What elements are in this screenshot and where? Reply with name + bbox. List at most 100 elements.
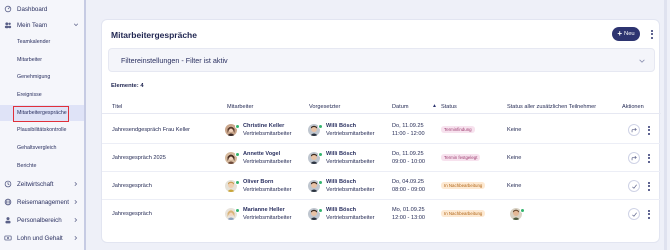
share-icon[interactable] [628, 152, 640, 164]
sort-ascending-icon[interactable]: ▲ [432, 103, 437, 109]
participants-status: Keine [507, 127, 522, 133]
chevron-right-icon[interactable] [73, 235, 79, 241]
status-badge: Terminfindung [441, 126, 475, 133]
online-badge [235, 208, 240, 213]
team-icon [4, 21, 12, 29]
sidebar-subitem-label: Berichte [17, 163, 37, 169]
row-date: Do, 04.09.25 [392, 179, 425, 185]
column-header-participants-status[interactable]: Status aller zusätzlichen Teilnehmer [507, 104, 596, 110]
online-badge [235, 180, 240, 185]
row-more-options-icon[interactable] [646, 124, 652, 136]
employee-name[interactable]: Marianne Heller [243, 206, 285, 214]
column-header-date[interactable]: Datum [392, 104, 408, 110]
main-card: Mitarbeitergespräche + Neu Filtereinstel… [101, 19, 661, 243]
employee-role: Vertriebsmitarbeiter [243, 215, 292, 221]
page-title: Mitarbeitergespräche [111, 30, 197, 40]
more-options-icon[interactable] [646, 27, 658, 41]
sidebar-subitem-mitarbeitergespraeche[interactable]: Mitarbeitergespräche [0, 105, 85, 122]
clock-icon [4, 180, 12, 188]
employee-name[interactable]: Annette Vogel [243, 150, 280, 158]
table-row[interactable]: Jahresgespräch 2025 Annette Vogel Vertri… [102, 144, 661, 172]
sidebar-subitem-berichte[interactable]: Berichte [0, 158, 85, 174]
sidebar-subitem-mitarbeiter[interactable]: Mitarbeiter [0, 52, 85, 68]
manager-name[interactable]: Willi Bösch [326, 122, 356, 130]
online-badge [520, 208, 525, 213]
sidebar-item-mein-team[interactable]: Mein Team [0, 16, 85, 34]
sidebar-subitem-label: Ereignisse [17, 92, 42, 98]
participants-status: Keine [507, 183, 522, 189]
row-date: Do, 11.09.25 [392, 123, 424, 129]
column-header-status[interactable]: Status [441, 104, 457, 110]
sidebar-subitem-label: Teamkalender [17, 39, 51, 45]
table-row[interactable]: Jahresendgespräch Frau Keller Christine … [102, 116, 661, 144]
manager-role: Vertriebsmitarbeiter [326, 131, 375, 137]
sidebar-subitem-ereignisse[interactable]: Ereignisse [0, 87, 85, 103]
table-row[interactable]: Jahresgespräch Marianne Heller Vertriebs… [102, 200, 661, 228]
chevron-up-icon[interactable] [73, 22, 79, 28]
online-badge [318, 180, 323, 185]
row-title: Jahresendgespräch Frau Keller [112, 127, 191, 133]
manager-role: Vertriebsmitarbeiter [326, 159, 375, 165]
column-header-employee[interactable]: Mitarbeiter [227, 104, 253, 110]
row-time: 09:00 - 10:00 [392, 159, 425, 165]
status-badge: In Nachbearbeitung [441, 182, 486, 189]
chevron-right-icon[interactable] [73, 217, 79, 223]
sidebar-subitem-gehaltsvergleich[interactable]: Gehaltsvergleich [0, 140, 85, 156]
sidebar-item-reisemanagement[interactable]: Reisemanagement [0, 193, 85, 211]
employee-role: Vertriebsmitarbeiter [243, 131, 292, 137]
money-icon [4, 234, 12, 242]
sidebar-subitem-label: Mitarbeiter [17, 57, 43, 63]
sidebar-item-label: Lohn und Gehalt [17, 234, 63, 242]
employee-role: Vertriebsmitarbeiter [243, 159, 292, 165]
manager-name[interactable]: Willi Bösch [326, 178, 356, 186]
share-icon[interactable] [628, 124, 640, 136]
chevron-right-icon[interactable] [73, 181, 79, 187]
sidebar-item-lohn-und-gehalt[interactable]: Lohn und Gehalt [0, 229, 85, 247]
column-header-manager[interactable]: Vorgesetzter [309, 104, 340, 110]
globe-icon [4, 198, 12, 206]
status-badge: Termin festgelegt [441, 154, 481, 161]
sidebar-item-personalbereich[interactable]: Personalbereich [0, 211, 85, 229]
table-row[interactable]: Jahresgespräch Oliver Born Vertriebsmita… [102, 172, 661, 200]
manager-name[interactable]: Willi Bösch [326, 206, 356, 214]
column-header-title[interactable]: Titel [112, 104, 122, 110]
sidebar: Dashboard Mein Team Teamkalender Mitarbe… [0, 0, 85, 250]
elements-count: Elemente: 4 [111, 83, 144, 89]
check-icon[interactable] [628, 180, 640, 192]
chevron-right-icon[interactable] [73, 199, 79, 205]
sidebar-subitem-plausibilitaetskontrolle[interactable]: Plausibilitätskontrolle [0, 122, 85, 138]
online-badge [318, 208, 323, 213]
row-title: Jahresgespräch [112, 183, 152, 189]
chevron-down-icon[interactable] [638, 57, 646, 65]
sidebar-subitem-label: Gehaltsvergleich [17, 145, 57, 151]
online-badge [318, 124, 323, 129]
sidebar-item-zeitwirtschaft[interactable]: Zeitwirtschaft [0, 175, 85, 193]
sidebar-subitem-genehmigung[interactable]: Genehmigung [0, 69, 85, 85]
employee-name[interactable]: Christine Keller [243, 122, 284, 130]
check-icon[interactable] [628, 208, 640, 220]
row-date: Do, 11.09.25 [392, 151, 424, 157]
sidebar-item-label: Zeitwirtschaft [17, 180, 54, 188]
page-scrollbar[interactable] [664, 0, 667, 250]
filter-panel[interactable]: Filtereinstellungen - Filter ist aktiv [108, 48, 655, 72]
selection-highlight [13, 106, 69, 122]
row-title: Jahresgespräch 2025 [112, 155, 166, 161]
row-more-options-icon[interactable] [646, 180, 652, 192]
person-icon [4, 216, 12, 224]
sidebar-scrollbar[interactable] [84, 0, 86, 250]
row-title: Jahresgespräch [112, 211, 152, 217]
new-button[interactable]: + Neu [612, 27, 640, 41]
online-badge [235, 152, 240, 157]
status-badge: In Nachbearbeitung [441, 210, 486, 217]
row-time: 12:00 - 13:00 [392, 215, 425, 221]
manager-name[interactable]: Willi Bösch [326, 150, 356, 158]
employee-name[interactable]: Oliver Born [243, 178, 273, 186]
online-badge [235, 124, 240, 129]
sidebar-subitem-teamkalender[interactable]: Teamkalender [0, 34, 85, 50]
row-more-options-icon[interactable] [646, 152, 652, 164]
row-more-options-icon[interactable] [646, 208, 652, 220]
dashboard-icon [4, 5, 12, 13]
row-time: 08:00 - 09:00 [392, 187, 425, 193]
manager-role: Vertriebsmitarbeiter [326, 215, 375, 221]
sidebar-item-label: Mein Team [17, 21, 48, 29]
